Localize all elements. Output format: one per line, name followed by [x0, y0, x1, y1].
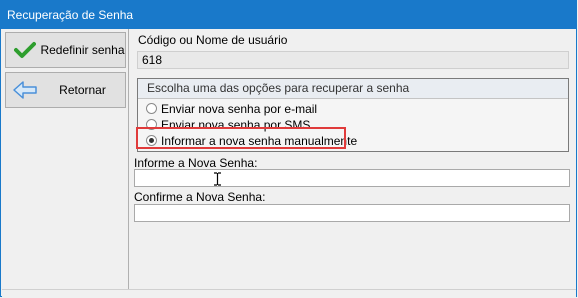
- user-field: 618: [137, 51, 569, 69]
- arrow-left-icon: [10, 80, 40, 100]
- radio-sms-label: Enviar nova senha por SMS: [161, 117, 311, 132]
- password-recovery-window: Recuperação de Senha Redefinir senha Ret…: [0, 0, 577, 298]
- checkmark-icon: [10, 41, 40, 59]
- radio-circle: [146, 103, 157, 114]
- form-area: Código ou Nome de usuário 618 Escolha um…: [129, 29, 576, 289]
- window-title: Recuperação de Senha: [1, 1, 576, 29]
- reset-password-button[interactable]: Redefinir senha: [5, 32, 126, 68]
- text-cursor-icon: [214, 172, 221, 186]
- back-button[interactable]: Retornar: [5, 72, 126, 108]
- user-label: Código ou Nome de usuário: [138, 33, 288, 47]
- radio-sms-option[interactable]: Enviar nova senha por SMS: [146, 117, 310, 132]
- radio-email-option[interactable]: Enviar nova senha por e-mail: [146, 101, 317, 116]
- radio-manual-option[interactable]: Informar a nova senha manualmente: [146, 133, 357, 148]
- action-panel: Redefinir senha Retornar: [2, 29, 129, 289]
- new-password-label: Informe a Nova Senha:: [134, 156, 258, 170]
- reset-password-label: Redefinir senha: [40, 43, 125, 57]
- confirm-password-input[interactable]: [134, 204, 570, 222]
- recovery-options-title: Escolha uma das opções para recuperar a …: [138, 79, 568, 99]
- radio-email-label: Enviar nova senha por e-mail: [161, 101, 318, 116]
- back-label: Retornar: [59, 83, 106, 97]
- confirm-password-label: Confirme a Nova Senha:: [134, 190, 266, 204]
- new-password-input[interactable]: [134, 169, 570, 187]
- radio-circle: [146, 119, 157, 130]
- radio-circle-selected: [146, 135, 157, 146]
- status-bar: [2, 289, 576, 298]
- radio-manual-label: Informar a nova senha manualmente: [161, 133, 358, 148]
- recovery-options-group: Escolha uma das opções para recuperar a …: [137, 78, 569, 152]
